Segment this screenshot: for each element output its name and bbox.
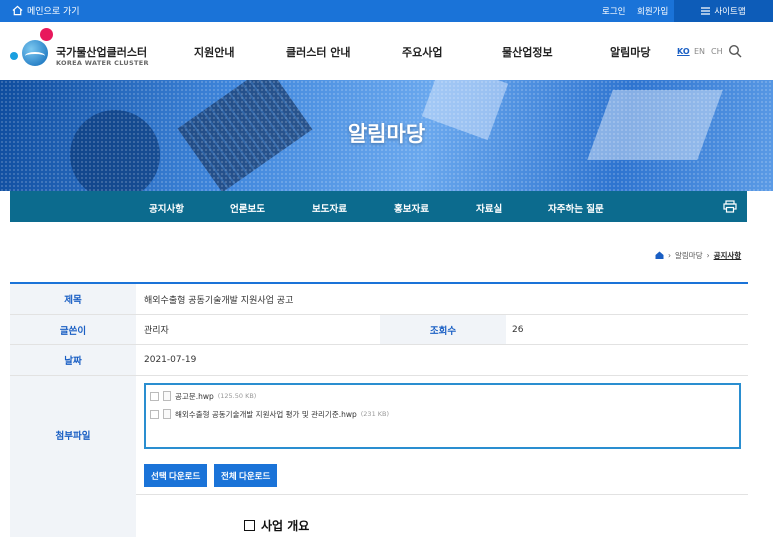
gnb-item-notice[interactable]: 알림마당 [610,44,650,60]
post-views-value: 26 [512,324,524,335]
file-icon [163,409,171,419]
sub-navigation: 공지사항 언론보도 보도자료 홍보자료 자료실 자주하는 질문 [10,191,747,227]
attachment-checkbox[interactable] [150,391,159,401]
lang-ch[interactable]: CH [711,47,723,56]
breadcrumb-separator: › [706,250,710,260]
post-author-value: 관리자 [144,326,169,336]
attachment-name[interactable]: 공고문.hwp [175,391,214,402]
lang-en[interactable]: EN [694,47,705,56]
hero-banner: 알림마당 [0,80,773,191]
site-logo[interactable]: 국가물산업클러스터 KOREA WATER CLUSTER [10,28,160,72]
attachment-size: (231 KB) [360,410,390,418]
search-icon[interactable] [728,44,742,58]
breadcrumb-current[interactable]: 공지사항 [714,250,742,261]
home-icon[interactable] [655,251,664,259]
post-title-label: 제목 [10,284,136,314]
gnb-item-support[interactable]: 지원안내 [194,44,234,60]
join-link[interactable]: 회원가입 [637,5,668,17]
post-body-heading-text: 사업 개요 [261,519,310,533]
site-header: 국가물산업클러스터 KOREA WATER CLUSTER 지원안내 클러스터 … [0,22,773,80]
sitemap-label: 사이트맵 [714,7,746,17]
logo-mark-blue [10,52,18,60]
post-date-value: 2021-07-19 [144,355,197,365]
logo-globe-icon [22,40,48,66]
hero-title: 알림마당 [347,122,426,146]
attachment-item: 해외수출형 공동기술개발 지원사업 평가 및 관리기준.hwp (231 KB) [150,407,389,421]
home-icon [12,5,23,16]
checkbox-bullet-icon [244,520,255,531]
print-icon[interactable] [723,200,737,213]
subnav-press[interactable]: 언론보도 [230,201,265,215]
subnav-release[interactable]: 보도자료 [312,201,347,215]
subnav-promotion[interactable]: 홍보자료 [394,201,429,215]
login-link[interactable]: 로그인 [602,5,625,17]
post-date-label: 날짜 [10,345,136,375]
attachment-list: 공고문.hwp (125.50 KB) 해외수출형 공동기술개발 지원사업 평가… [144,383,741,449]
logo-mark-pink [40,28,53,41]
post-views-label: 조회수 [380,315,506,344]
breadcrumb: › 알림마당 › 공지사항 [655,249,741,261]
logo-name-en: KOREA WATER CLUSTER [56,59,149,67]
top-utility-bar: 메인으로 가기 로그인 회원가입 사이트맵 [0,0,773,22]
subnav-faq[interactable]: 자주하는 질문 [548,201,604,215]
post-author-label: 글쓴이 [10,315,136,344]
subnav-notice[interactable]: 공지사항 [141,201,192,227]
menu-icon [701,7,711,15]
logo-name-ko: 국가물산업클러스터 [56,46,148,59]
attachment-item: 공고문.hwp (125.50 KB) [150,389,256,403]
post-title-value: 해외수출형 공동기술개발 지원사업 공고 [144,295,294,306]
download-selected-button[interactable]: 선택 다운로드 [144,464,208,487]
home-link[interactable]: 메인으로 가기 [12,4,80,17]
attachment-name[interactable]: 해외수출형 공동기술개발 지원사업 평가 및 관리기준.hwp [175,409,357,420]
sitemap-button[interactable]: 사이트맵 [674,0,773,22]
post-body-label-column [10,493,136,537]
file-icon [163,391,171,401]
breadcrumb-separator: › [668,250,671,260]
attachment-checkbox[interactable] [150,409,159,419]
post-body-heading: 사업 개요 [244,517,309,534]
home-link-label: 메인으로 가기 [27,7,80,17]
post-files-row: 첨부파일 공고문.hwp (125.50 KB) 해외수출형 공동기술개발 지원… [10,376,748,495]
breadcrumb-parent[interactable]: 알림마당 [675,250,703,261]
gnb-item-cluster[interactable]: 클러스터 안내 [286,44,351,60]
download-all-button[interactable]: 전체 다운로드 [214,464,278,487]
post-meta-row: 글쓴이 관리자 조회수 26 [10,315,748,345]
attachment-size: (125.50 KB) [217,392,257,400]
post-title-row: 제목 해외수출형 공동기술개발 지원사업 공고 [10,284,748,315]
post-files-label: 첨부파일 [10,376,136,494]
post-date-row: 날짜 2021-07-19 [10,345,748,376]
subnav-archive[interactable]: 자료실 [476,201,502,215]
gnb-item-business[interactable]: 주요사업 [402,44,442,60]
gnb-item-info[interactable]: 물산업정보 [502,44,553,60]
lang-ko[interactable]: KO [677,47,690,56]
